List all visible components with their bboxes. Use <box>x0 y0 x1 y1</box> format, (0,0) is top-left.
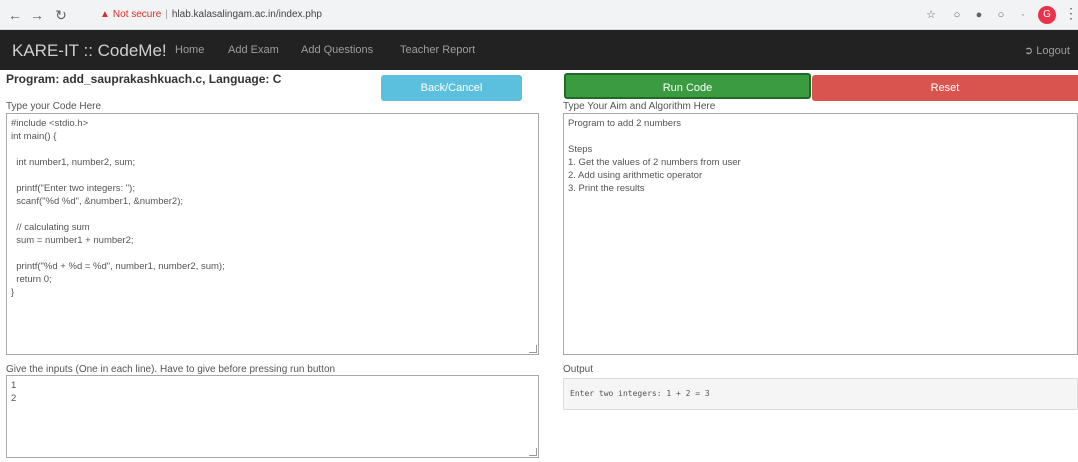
nav-add-exam[interactable]: Add Exam <box>228 44 279 56</box>
nav-home[interactable]: Home <box>175 44 204 56</box>
resize-handle-icon[interactable] <box>529 448 537 456</box>
aim-line: 3. Print the results <box>568 183 645 194</box>
forward-arrow-icon[interactable]: → <box>28 6 46 24</box>
reset-button[interactable]: Reset <box>812 75 1078 101</box>
code-line: printf("Enter two integers: "); <box>11 183 135 194</box>
inputs-panel-label: Give the inputs (One in each line). Have… <box>6 364 336 375</box>
output-display: Enter two integers: 1 + 2 = 3 <box>563 378 1078 410</box>
brand-title[interactable]: KARE-IT :: CodeMe! <box>12 41 167 61</box>
back-cancel-button[interactable]: Back/Cancel <box>381 75 522 101</box>
extension-icon[interactable]: ○ <box>950 8 964 22</box>
program-header: Program: add_sauprakashkuach.c, Language… <box>6 72 282 86</box>
code-line: printf("%d + %d = %d", number1, number2,… <box>11 261 225 272</box>
code-line: int main() { <box>11 131 57 142</box>
aim-line: 1. Get the values of 2 numbers from user <box>568 157 741 168</box>
extension-icon[interactable]: ● <box>972 8 986 22</box>
aim-line <box>568 130 1073 143</box>
extension-icon[interactable]: ○ <box>994 8 1008 22</box>
run-code-button[interactable]: Run Code <box>564 73 811 99</box>
nav-add-questions[interactable]: Add Questions <box>301 44 373 56</box>
logout-icon: ➲ <box>1024 45 1037 57</box>
output-panel-label: Output <box>563 364 594 375</box>
star-icon[interactable]: ☆ <box>924 8 938 22</box>
input-line: 1 <box>11 380 17 391</box>
address-bar[interactable]: ▲ Not secure | hlab.kalasalingam.ac.in/inde… <box>100 5 360 25</box>
browser-menu-icon[interactable]: ⋮ <box>1064 5 1078 22</box>
code-line: // calculating sum <box>11 222 90 233</box>
reload-icon[interactable]: ↻ <box>52 6 70 24</box>
app-navbar: KARE-IT :: CodeMe! Home Add Exam Add Que… <box>0 30 1078 70</box>
code-line: scanf("%d %d", &number1, &number2); <box>11 196 184 207</box>
nav-teacher-report[interactable]: Teacher Report <box>400 44 475 56</box>
resize-handle-icon[interactable] <box>529 345 537 353</box>
code-line: int number1, number2, sum; <box>11 157 136 168</box>
aim-line: Steps <box>568 144 593 155</box>
aim-line: 2. Add using arithmetic operator <box>568 170 703 181</box>
aim-editor[interactable]: Program to add 2 numbers Steps 1. Get th… <box>563 113 1078 355</box>
code-line: #include <stdio.h> <box>11 118 89 129</box>
input-line: 2 <box>11 393 17 404</box>
aim-line: Program to add 2 numbers <box>568 118 682 129</box>
code-line: sum = number1 + number2; <box>11 235 134 246</box>
aim-panel-label: Type Your Aim and Algorithm Here <box>563 101 716 112</box>
back-arrow-icon[interactable]: ← <box>6 6 24 24</box>
browser-toolbar: ← → ↻ ▲ Not secure | hlab.kalasalingam.ac.i… <box>0 0 1078 30</box>
profile-avatar[interactable]: G <box>1038 6 1056 24</box>
warning-icon: ▲ <box>100 9 110 20</box>
code-editor[interactable]: #include <stdio.h> int main() { int numb… <box>6 113 539 355</box>
code-panel-label: Type your Code Here <box>6 101 102 112</box>
code-line: return 0; <box>11 274 52 285</box>
inputs-editor[interactable]: 1 2 <box>6 375 539 458</box>
code-line: } <box>11 287 15 298</box>
extension-icon[interactable]: · <box>1016 8 1030 22</box>
logout-link[interactable]: ➲ Logout <box>1024 44 1070 57</box>
security-label: Not secure <box>112 9 162 20</box>
url-text: hlab.kalasalingam.ac.in/index.php <box>171 9 322 20</box>
